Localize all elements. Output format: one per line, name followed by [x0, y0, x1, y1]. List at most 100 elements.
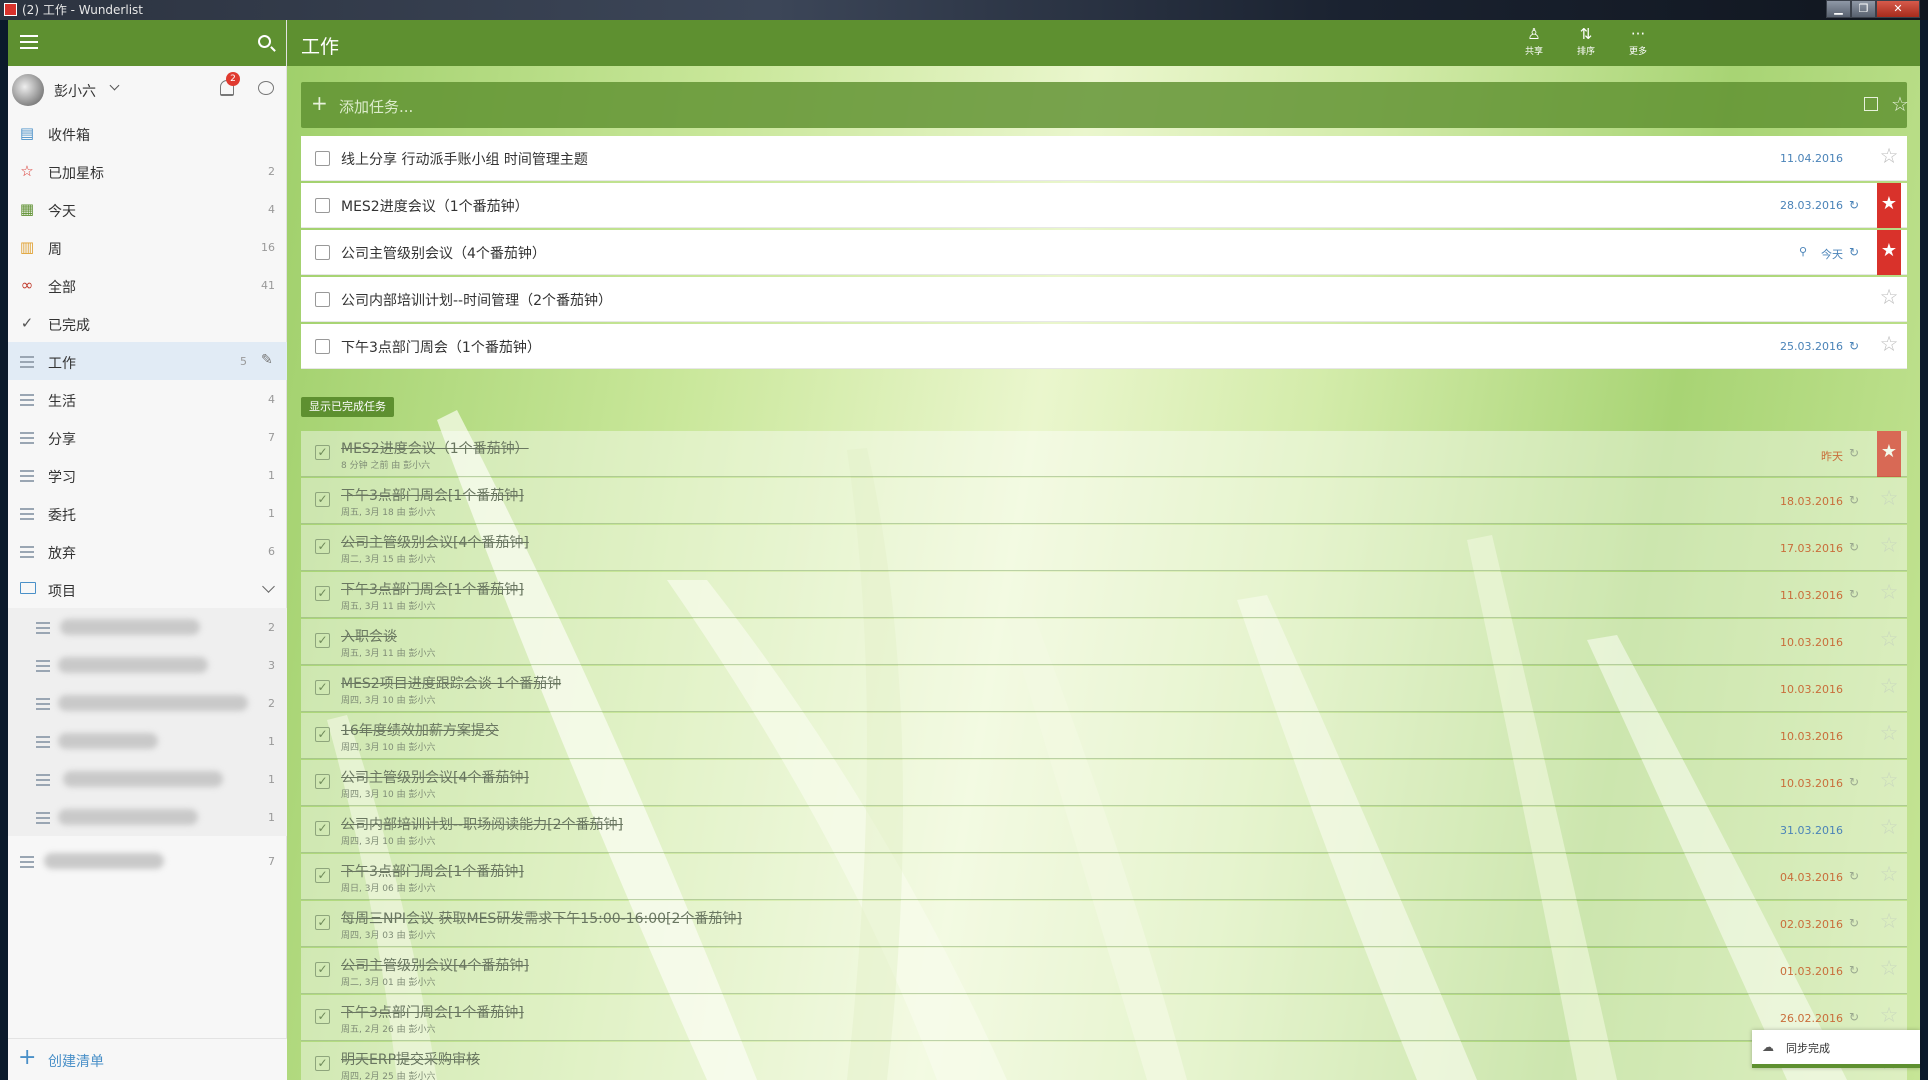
starred-ribbon-icon[interactable]: ★ [1877, 230, 1901, 275]
completed-checkbox[interactable]: ✓ [315, 680, 330, 695]
task-title[interactable]: 公司主管级别会议（4个番茄钟） [341, 243, 546, 263]
sidebar-folder-item[interactable]: 1 [8, 722, 287, 760]
sidebar-folder-item[interactable]: 1 [8, 760, 287, 798]
more-button[interactable]: ··· 更多 [1620, 24, 1656, 62]
sidebar-list-item[interactable]: 放弃 6 [8, 532, 287, 570]
star-icon[interactable]: ☆ [1877, 815, 1901, 839]
share-button[interactable]: ♙ 共享 [1516, 24, 1552, 62]
star-icon[interactable]: ☆ [1877, 956, 1901, 980]
sidebar-item-calendar-week[interactable]: ▥ 周 16 [8, 228, 287, 266]
completed-checkbox[interactable]: ✓ [315, 445, 330, 460]
completed-checkbox[interactable]: ✓ [315, 915, 330, 930]
completed-task-title[interactable]: MES2项目进度跟踪会谈 1个番茄钟 [341, 673, 561, 693]
task-title[interactable]: 线上分享 行动派手账小组 时间管理主题 [341, 149, 588, 169]
sidebar-list-item[interactable]: 学习 1 [8, 456, 287, 494]
sidebar-list-item[interactable]: 委托 1 [8, 494, 287, 532]
completed-checkbox[interactable]: ✓ [315, 492, 330, 507]
task-checkbox[interactable] [315, 292, 330, 307]
completed-checkbox[interactable]: ✓ [315, 539, 330, 554]
edit-pencil-icon[interactable]: ✎ [261, 353, 275, 367]
star-icon[interactable]: ☆ [1877, 1003, 1901, 1027]
completed-checkbox[interactable]: ✓ [315, 868, 330, 883]
completed-task-title[interactable]: 入职会谈 [341, 626, 397, 646]
completed-task-row[interactable]: ✓ 入职会谈 周五, 3月 11 由 彭小六 10.03.2016 ☆ [301, 619, 1907, 665]
sidebar-folder-item[interactable]: 2 [8, 608, 287, 646]
star-icon[interactable]: ☆ [1891, 92, 1909, 116]
close-button[interactable]: ✕ [1876, 0, 1920, 18]
completed-checkbox[interactable]: ✓ [315, 1056, 330, 1071]
task-row[interactable]: 线上分享 行动派手账小组 时间管理主题 11.04.2016 ☆ [301, 136, 1907, 181]
sidebar-folder-item[interactable]: 1 [8, 798, 287, 836]
completed-task-row[interactable]: ✓ 下午3点部门周会[1个番茄钟] 周五, 2月 26 由 彭小六 26.02.201… [301, 995, 1907, 1041]
completed-task-title[interactable]: 公司主管级别会议[4个番茄钟] [341, 532, 529, 552]
completed-task-title[interactable]: 下午3点部门周会[1个番茄钟] [341, 579, 524, 599]
sort-button[interactable]: ⇅ 排序 [1568, 24, 1604, 62]
completed-task-title[interactable]: MES2进度会议（1个番茄钟） [341, 438, 529, 458]
star-icon[interactable]: ☆ [1877, 486, 1901, 510]
completed-checkbox[interactable]: ✓ [315, 1009, 330, 1024]
search-icon[interactable] [258, 35, 271, 48]
task-checkbox[interactable] [315, 151, 330, 166]
completed-task-row[interactable]: ✓ 公司主管级别会议[4个番茄钟] 周四, 3月 10 由 彭小六 10.03.201… [301, 760, 1907, 806]
star-icon[interactable]: ☆ [1877, 862, 1901, 886]
sidebar-folder-projects[interactable]: 项目 [8, 570, 287, 608]
completed-task-row[interactable]: ✓明天ERP提交采购审核周四, 2月 25 由 彭小六☆ [301, 1042, 1907, 1080]
task-title[interactable]: 公司内部培训计划--时间管理（2个番茄钟） [341, 290, 612, 310]
maximize-button[interactable]: ❐ [1851, 0, 1876, 18]
due-date-icon[interactable] [1864, 97, 1878, 111]
star-icon[interactable]: ☆ [1877, 674, 1901, 698]
hamburger-icon[interactable] [20, 35, 38, 49]
completed-checkbox[interactable]: ✓ [315, 727, 330, 742]
star-icon[interactable]: ☆ [1877, 909, 1901, 933]
sidebar-item-calendar-today[interactable]: ▦ 今天 4 [8, 190, 287, 228]
completed-checkbox[interactable]: ✓ [315, 962, 330, 977]
star-icon[interactable]: ☆ [1877, 285, 1901, 309]
task-row[interactable]: MES2进度会议（1个番茄钟） 28.03.2016 ↻ ★ [301, 183, 1907, 228]
completed-task-row[interactable]: ✓ 公司主管级别会议[4个番茄钟] 周二, 3月 15 由 彭小六 17.03.201… [301, 525, 1907, 571]
chat-bubble-icon[interactable] [258, 81, 274, 95]
completed-task-title[interactable]: 下午3点部门周会[1个番茄钟] [341, 861, 524, 881]
sidebar-list-item[interactable]: 7 [8, 842, 287, 880]
minimize-button[interactable]: ▁ [1826, 0, 1851, 18]
completed-task-title[interactable]: 每周三NPI会议 获取MES研发需求下午15:00-16:00[2个番茄钟] [341, 908, 742, 928]
completed-task-title[interactable]: 下午3点部门周会[1个番茄钟] [341, 1002, 524, 1022]
chevron-down-icon[interactable] [109, 80, 120, 91]
sidebar-list-item[interactable]: 工作 5 ✎ [8, 342, 287, 380]
completed-checkbox[interactable]: ✓ [315, 586, 330, 601]
star-icon[interactable]: ☆ [1877, 533, 1901, 557]
show-completed-button[interactable]: 显示已完成任务 [301, 397, 394, 417]
completed-task-row[interactable]: ✓ 公司内部培训计划--职场阅读能力[2个番茄钟] 周四, 3月 10 由 彭小六 3… [301, 807, 1907, 853]
sidebar-item-check[interactable]: ✓ 已完成 [8, 304, 287, 342]
sidebar-folder-item[interactable]: 2 [8, 684, 287, 722]
completed-task-row[interactable]: ✓ 每周三NPI会议 获取MES研发需求下午15:00-16:00[2个番茄钟] 周… [301, 901, 1907, 947]
completed-task-title[interactable]: 公司内部培训计划--职场阅读能力[2个番茄钟] [341, 814, 623, 834]
completed-task-row[interactable]: ✓ 下午3点部门周会[1个番茄钟] 周五, 3月 18 由 彭小六 18.03.201… [301, 478, 1907, 524]
completed-task-row[interactable]: ✓ MES2项目进度跟踪会谈 1个番茄钟 周四, 3月 10 由 彭小六 10.03.… [301, 666, 1907, 712]
completed-task-row[interactable]: ✓ 下午3点部门周会[1个番茄钟] 周日, 3月 06 由 彭小六 04.03.201… [301, 854, 1907, 900]
completed-task-title[interactable]: 公司主管级别会议[4个番茄钟] [341, 955, 529, 975]
add-task-input[interactable]: 添加任务... [339, 96, 413, 117]
completed-checkbox[interactable]: ✓ [315, 821, 330, 836]
completed-task-row[interactable]: ✓ 下午3点部门周会[1个番茄钟] 周五, 3月 11 由 彭小六 11.03.201… [301, 572, 1907, 618]
sidebar-list-item[interactable]: 生活 4 [8, 380, 287, 418]
sidebar-item-infinity[interactable]: ∞ 全部 41 [8, 266, 287, 304]
completed-checkbox[interactable]: ✓ [315, 774, 330, 789]
task-checkbox[interactable] [315, 339, 330, 354]
starred-ribbon-icon[interactable]: ★ [1877, 183, 1901, 228]
star-icon[interactable]: ☆ [1877, 144, 1901, 168]
completed-task-title[interactable]: 公司主管级别会议[4个番茄钟] [341, 767, 529, 787]
chevron-down-icon[interactable] [262, 580, 275, 593]
task-row[interactable]: 下午3点部门周会（1个番茄钟） 25.03.2016 ↻ ☆ [301, 324, 1907, 369]
completed-task-row[interactable]: ✓ 公司主管级别会议[4个番茄钟] 周二, 3月 01 由 彭小六 01.03.201… [301, 948, 1907, 994]
add-task-bar[interactable]: + 添加任务... ☆ [301, 82, 1909, 128]
completed-task-row[interactable]: ✓ 16年度绩效加薪方案提交 周四, 3月 10 由 彭小六 10.03.2016 ☆ [301, 713, 1907, 759]
avatar[interactable] [12, 74, 44, 106]
completed-checkbox[interactable]: ✓ [315, 633, 330, 648]
task-title[interactable]: MES2进度会议（1个番茄钟） [341, 196, 529, 216]
completed-task-row[interactable]: ✓ MES2进度会议（1个番茄钟） 8 分钟 之前 由 彭小六 昨天 ↻ ★ [301, 431, 1907, 477]
task-checkbox[interactable] [315, 245, 330, 260]
sidebar-list-item[interactable]: 分享 7 [8, 418, 287, 456]
sidebar-item-star[interactable]: ☆ 已加星标 2 [8, 152, 287, 190]
task-checkbox[interactable] [315, 198, 330, 213]
completed-task-title[interactable]: 明天ERP提交采购审核 [341, 1049, 480, 1069]
